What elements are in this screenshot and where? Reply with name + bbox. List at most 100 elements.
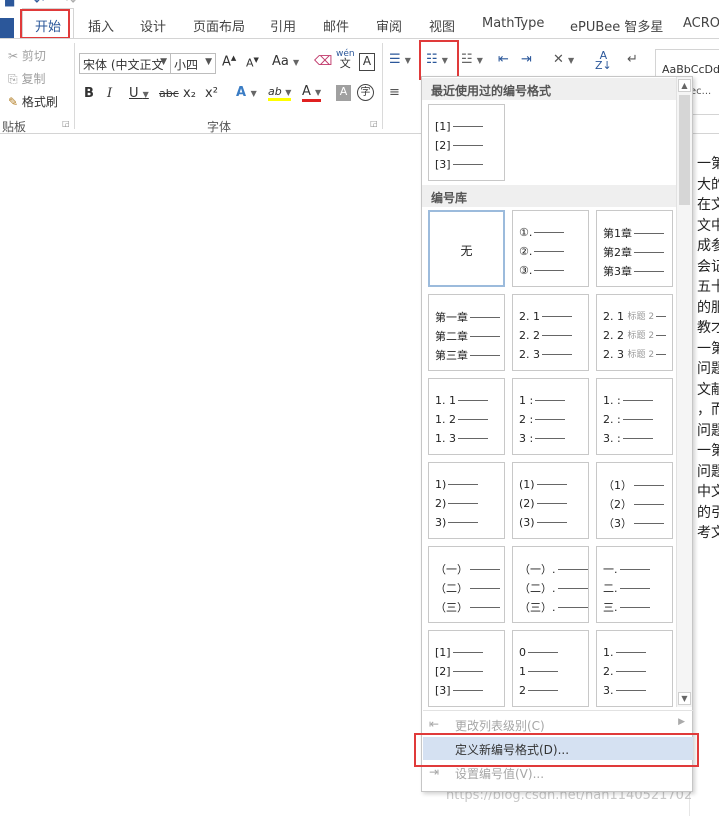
grow-font-button[interactable]: A▲ [222,54,236,69]
document-line: 问题 [697,422,719,439]
numbering-button[interactable]: ☷ ▼ [426,52,448,67]
show-marks-icon[interactable]: ↵ [627,52,638,67]
number-level-line: [1] [435,119,501,133]
define-new-number-format-item[interactable]: 定义新编号格式(D)... [423,737,693,760]
copy-button[interactable]: ⎘ 复制 [8,70,45,87]
clear-format-icon[interactable]: ⌫ [314,54,332,69]
font-launcher-icon[interactable]: ◲ [370,119,378,128]
style-preview-second[interactable]: ec... [690,86,711,97]
scroll-up-icon[interactable]: ▲ [678,79,691,92]
phonetic-guide-button[interactable]: wén 文 [336,49,355,69]
number-format-tile[interactable]: （一） （二） （三） [428,546,505,623]
change-case-button[interactable]: Aa ▼ [272,54,299,69]
decrease-indent-icon[interactable]: ⇤ [498,52,509,67]
document-line: 一第 [697,156,719,172]
number-label: 第2章 [603,246,632,259]
redo-icon[interactable]: ↷ [66,0,76,8]
tab-mailings[interactable]: 邮件 [323,16,349,35]
number-format-tile[interactable]: （1） （2） （3） [596,462,673,539]
strikethrough-button[interactable]: abc [159,87,179,100]
dropdown-scrollbar[interactable]: ▲ ▼ [676,77,692,707]
scroll-thumb[interactable] [679,95,690,205]
font-size-combo[interactable]: 小四 ▼ [170,53,216,74]
number-level-line: 1 [519,664,585,678]
cut-button[interactable]: ✂ 剪切 [8,47,46,64]
level-rule [448,521,479,523]
number-format-tile[interactable]: 1. 2. 3. [596,630,673,707]
superscript-button[interactable]: x² [205,86,218,101]
clipboard-launcher-icon[interactable]: ◲ [62,119,70,128]
number-format-tile[interactable]: (1) (2) (3) [512,462,589,539]
number-label: （三） [435,601,468,614]
number-format-tile[interactable]: （一）. （二）. （三）. [512,546,589,623]
level-rule [458,418,488,420]
tab-references[interactable]: 引用 [270,16,296,35]
set-numbering-value-item[interactable]: ⇥ 设置编号值(V)... [423,761,693,784]
character-border-button[interactable]: A [359,53,375,71]
level-rule [528,689,558,691]
tab-home[interactable]: 开始 [22,8,75,38]
level-rule [619,606,650,608]
multilevel-list-button[interactable]: ☳ ▼ [461,52,483,67]
numbering-icon: ☷ [426,52,438,67]
number-level-line: （3） [603,515,669,530]
number-format-tile[interactable]: 第1章 第2章 第3章 [596,210,673,287]
scroll-down-icon[interactable]: ▼ [678,692,691,705]
number-format-tile[interactable]: 1 : 2 : 3 : [512,378,589,455]
number-level-line: 第1章 [603,225,669,240]
number-format-tile[interactable]: 1. : 2. : 3. : [596,378,673,455]
level-rule [452,651,483,653]
format-painter-button[interactable]: ✎ 格式刷 [8,93,58,110]
tab-insert[interactable]: 插入 [88,16,114,35]
number-label: （二）. [519,582,556,595]
level-rule [634,232,664,234]
change-list-level-item[interactable]: ⇤ 更改列表级别(C) ▶ [423,713,693,736]
number-format-tile[interactable]: ①. ②. ③. [512,210,589,287]
highlight-button[interactable]: ab ▼ [268,85,292,101]
none-format-tile[interactable]: 无 [428,210,505,287]
shrink-font-button[interactable]: A▼ [246,56,259,70]
list-level-icon: ⇤ [429,717,440,731]
subscript-button[interactable]: x₂ [183,86,196,101]
font-color-button[interactable]: A ▼ [302,84,322,102]
recent-format-tile[interactable]: [1] [2] [3] [428,104,505,181]
sort-icon[interactable]: A Z↓ [595,50,612,71]
level-rule [622,418,653,420]
chinese-layout-button[interactable]: ✕ ▼ [553,52,574,67]
tab-acro[interactable]: ACRO [683,16,719,31]
number-format-tile[interactable]: 2. 1 2. 2 2. 3 [512,294,589,371]
number-format-tile[interactable]: 第一章 第二章 第三章 [428,294,505,371]
level-rule [534,269,565,271]
tab-design[interactable]: 设计 [140,16,166,35]
text-effects-button[interactable]: A ▼ [236,85,257,100]
tab-mathtype[interactable]: MathType [482,16,544,31]
bold-button[interactable]: B [84,86,94,101]
tab-epubee[interactable]: ePUBee 智多星 [570,16,663,35]
number-level-line: 3. [603,683,669,697]
number-format-tile[interactable]: 2. 1 标题 2 2. 2 标题 2 2. 3 标题 2 [596,294,673,371]
number-level-line: （二） [435,580,501,595]
tab-review[interactable]: 审阅 [376,16,402,35]
number-level-line: (1) [519,477,585,491]
underline-button[interactable]: U ▼ [129,86,149,101]
tab-view[interactable]: 视图 [429,16,455,35]
number-format-tile[interactable]: 1) 2) 3) [428,462,505,539]
number-label: （2） [603,498,632,511]
italic-button[interactable]: I [107,86,112,101]
character-shading-button[interactable]: A [336,85,351,101]
font-name-combo[interactable]: 宋体 (中文正文 ▼ [79,53,171,74]
align-left-icon[interactable]: ≡ [389,85,400,100]
increase-indent-icon[interactable]: ⇥ [521,52,532,67]
number-format-tile[interactable]: 0 1 2 [512,630,589,707]
number-format-tile[interactable]: 一. 二. 三. [596,546,673,623]
number-level-line: 2. 1 标题 2 [603,309,669,323]
enclose-characters-button[interactable]: 字 [357,84,374,101]
bullets-button[interactable]: ☰ ▼ [389,52,411,67]
number-format-tile[interactable]: 1. 1 1. 2 1. 3 [428,378,505,455]
number-format-tile[interactable]: [1] [2] [3] [428,630,505,707]
save-icon[interactable]: ■ [4,0,15,8]
number-label: (1) [519,477,535,491]
tab-page-layout[interactable]: 页面布局 [193,16,245,35]
undo-icon[interactable]: ↶ [34,0,44,8]
number-label: [2] [435,664,451,678]
